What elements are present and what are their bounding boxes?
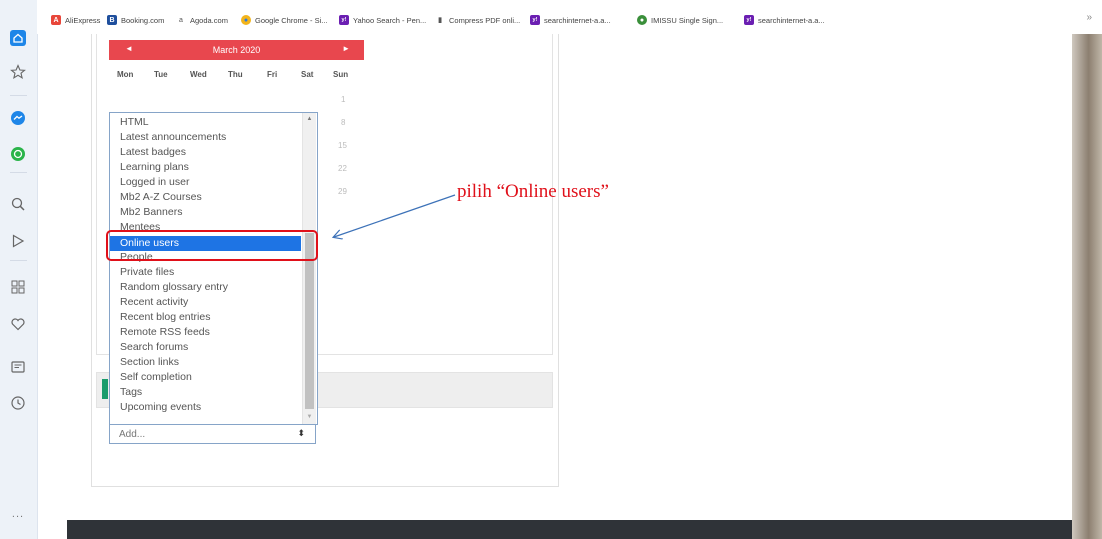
- annotation-arrow: [0, 194, 456, 539]
- annotation-label: pilih “Online users”: [457, 181, 609, 202]
